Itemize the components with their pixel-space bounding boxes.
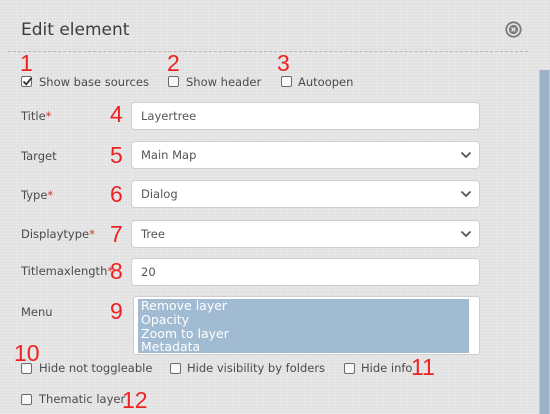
show-base-sources-label[interactable]: Show base sources <box>39 75 149 89</box>
annotation-9: 9 <box>110 298 123 324</box>
title-label: Title* <box>21 109 51 123</box>
type-label: Type* <box>21 188 53 202</box>
displaytype-label: Displaytype* <box>21 227 95 241</box>
hide-not-toggleable-checkbox[interactable] <box>21 363 32 374</box>
required-mark: * <box>89 227 95 241</box>
displaytype-select[interactable]: Tree <box>131 220 480 248</box>
dialog-title: Edit element <box>21 20 130 40</box>
annotation-3: 3 <box>277 50 290 76</box>
thematic-layer-checkbox[interactable] <box>21 394 32 405</box>
annotation-5: 5 <box>110 142 123 168</box>
type-select-value: Dialog <box>141 187 178 201</box>
scrollbar-thumb[interactable] <box>540 70 549 414</box>
menu-option-zoom-to-layer[interactable]: Zoom to layer <box>138 326 469 341</box>
displaytype-select-value: Tree <box>141 227 165 241</box>
menu-options-list[interactable]: Remove layer Opacity Zoom to layer Metad… <box>138 299 469 353</box>
autoopen-label[interactable]: Autoopen <box>298 75 353 89</box>
hide-visibility-by-folders-checkbox[interactable] <box>170 363 181 374</box>
displaytype-label-text: Displaytype <box>21 227 90 241</box>
titlemaxlength-input[interactable] <box>131 258 480 286</box>
required-mark: * <box>45 109 52 123</box>
required-mark: * <box>107 264 114 278</box>
chevron-down-icon <box>460 190 472 198</box>
annotation-10: 10 <box>14 340 40 366</box>
close-icon[interactable] <box>505 21 522 38</box>
type-select[interactable]: Dialog <box>131 180 480 208</box>
menu-option-opacity[interactable]: Opacity <box>138 312 469 327</box>
checkmark-icon <box>22 77 33 86</box>
annotation-11: 11 <box>411 354 435 380</box>
header-separator <box>8 51 528 52</box>
annotation-6: 6 <box>110 181 123 207</box>
menu-multiselect[interactable]: Remove layer Opacity Zoom to layer Metad… <box>133 296 480 355</box>
show-base-sources-checkbox[interactable] <box>21 76 33 87</box>
annotation-7: 7 <box>110 221 123 247</box>
required-mark: * <box>47 188 54 202</box>
target-select-value: Main Map <box>141 148 197 162</box>
title-label-text: Title <box>21 109 46 123</box>
menu-option-remove-layer[interactable]: Remove layer <box>138 299 469 313</box>
hide-not-toggleable-label[interactable]: Hide not toggleable <box>39 361 152 375</box>
show-header-label[interactable]: Show header <box>186 75 261 89</box>
target-label: Target <box>21 149 57 163</box>
menu-label: Menu <box>21 305 53 319</box>
hide-visibility-by-folders-label[interactable]: Hide visibility by folders <box>187 361 325 375</box>
titlemaxlength-label: Titlemaxlength* <box>21 264 113 278</box>
chevron-down-icon <box>460 151 472 159</box>
titlemaxlength-label-text: Titlemaxlength <box>21 264 108 278</box>
annotation-2: 2 <box>167 50 180 76</box>
thematic-layer-label[interactable]: Thematic layer <box>39 392 125 406</box>
annotation-1: 1 <box>20 50 33 76</box>
chevron-down-icon <box>460 230 472 238</box>
autoopen-checkbox[interactable] <box>281 76 292 87</box>
target-select[interactable]: Main Map <box>131 141 480 169</box>
hide-info-label[interactable]: Hide info <box>361 361 412 375</box>
type-label-text: Type <box>21 188 48 202</box>
menu-option-metadata[interactable]: Metadata <box>138 340 469 353</box>
annotation-12: 12 <box>122 387 148 413</box>
hide-info-checkbox[interactable] <box>344 363 355 374</box>
show-header-checkbox[interactable] <box>168 76 179 87</box>
annotation-4: 4 <box>110 101 123 127</box>
title-input[interactable] <box>131 102 480 130</box>
